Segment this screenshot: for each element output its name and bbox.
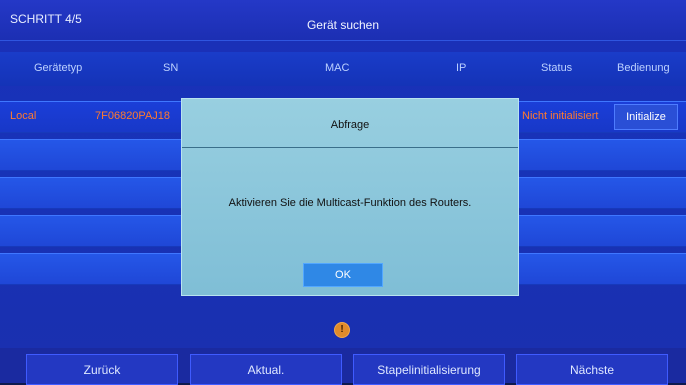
ok-button[interactable]: OK (303, 263, 383, 287)
dialog-divider (182, 147, 518, 148)
column-header-device-type: Gerätetyp (34, 62, 83, 74)
column-header-sn: SN (163, 62, 179, 74)
page-title: Gerät suchen (306, 18, 380, 32)
initialize-button[interactable]: Initialize (614, 104, 678, 130)
top-bar: SCHRITT 4/5 Gerät suchen (0, 0, 686, 41)
column-header-status: Status (541, 62, 573, 74)
back-button[interactable]: Zurück (26, 354, 178, 385)
bottom-bar: Zurück Aktual. Stapelinitialisierung Näc… (0, 348, 686, 385)
column-header-ip: IP (456, 62, 467, 74)
dialog-message: Aktivieren Sie die Multicast-Funktion de… (228, 197, 472, 209)
column-header-mac: MAC (325, 62, 350, 74)
table-header: Gerätetyp SN MAC IP Status Bedienung (0, 52, 686, 86)
dialog-title: Abfrage (330, 119, 370, 131)
query-dialog: Abfrage Aktivieren Sie die Multicast-Fun… (181, 98, 519, 296)
batch-initialize-button[interactable]: Stapelinitialisierung (353, 354, 505, 385)
column-header-actions: Bedienung (617, 62, 670, 74)
refresh-button[interactable]: Aktual. (190, 354, 342, 385)
device-search-screen: SCHRITT 4/5 Gerät suchen Gerätetyp SN MA… (0, 0, 686, 385)
serial-number-cell: 7F06820PAJ18 (95, 110, 171, 122)
next-button[interactable]: Nächste (516, 354, 668, 385)
warning-icon: ! (334, 322, 350, 338)
status-cell: Nicht initialisiert (522, 110, 599, 122)
device-type-cell: Local (10, 110, 37, 122)
